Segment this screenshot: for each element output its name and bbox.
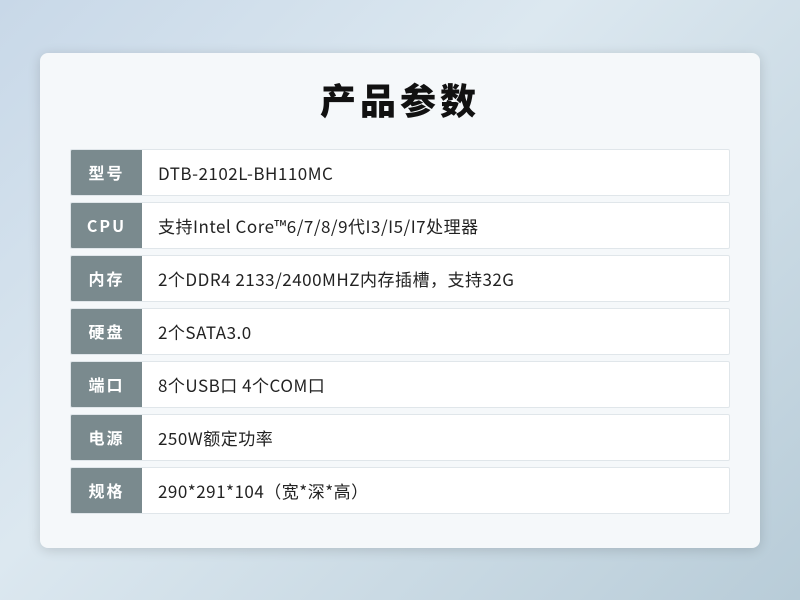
table-row: CPU支持Intel Core™6/7/8/9代I3/I5/I7处理器 — [70, 202, 730, 249]
spec-table: 型号DTB-2102L-BH110MCCPU支持Intel Core™6/7/8… — [70, 143, 730, 520]
table-row: 型号DTB-2102L-BH110MC — [70, 149, 730, 196]
product-card: 产品参数 型号DTB-2102L-BH110MCCPU支持Intel Core™… — [40, 53, 760, 548]
spec-label: 规格 — [70, 467, 142, 514]
spec-value: 290*291*104（宽*深*高） — [142, 467, 730, 514]
spec-value: 250W额定功率 — [142, 414, 730, 461]
spec-label: 电源 — [70, 414, 142, 461]
table-row: 规格290*291*104（宽*深*高） — [70, 467, 730, 514]
spec-label: CPU — [70, 202, 142, 249]
spec-value: 2个DDR4 2133/2400MHZ内存插槽，支持32G — [142, 255, 730, 302]
table-row: 电源250W额定功率 — [70, 414, 730, 461]
spec-value: 支持Intel Core™6/7/8/9代I3/I5/I7处理器 — [142, 202, 730, 249]
spec-value: DTB-2102L-BH110MC — [142, 149, 730, 196]
spec-label: 端口 — [70, 361, 142, 408]
spec-value: 2个SATA3.0 — [142, 308, 730, 355]
table-row: 内存2个DDR4 2133/2400MHZ内存插槽，支持32G — [70, 255, 730, 302]
spec-value: 8个USB口 4个COM口 — [142, 361, 730, 408]
spec-label: 硬盘 — [70, 308, 142, 355]
spec-label: 型号 — [70, 149, 142, 196]
page-title: 产品参数 — [70, 73, 730, 125]
table-row: 硬盘2个SATA3.0 — [70, 308, 730, 355]
table-row: 端口8个USB口 4个COM口 — [70, 361, 730, 408]
spec-label: 内存 — [70, 255, 142, 302]
